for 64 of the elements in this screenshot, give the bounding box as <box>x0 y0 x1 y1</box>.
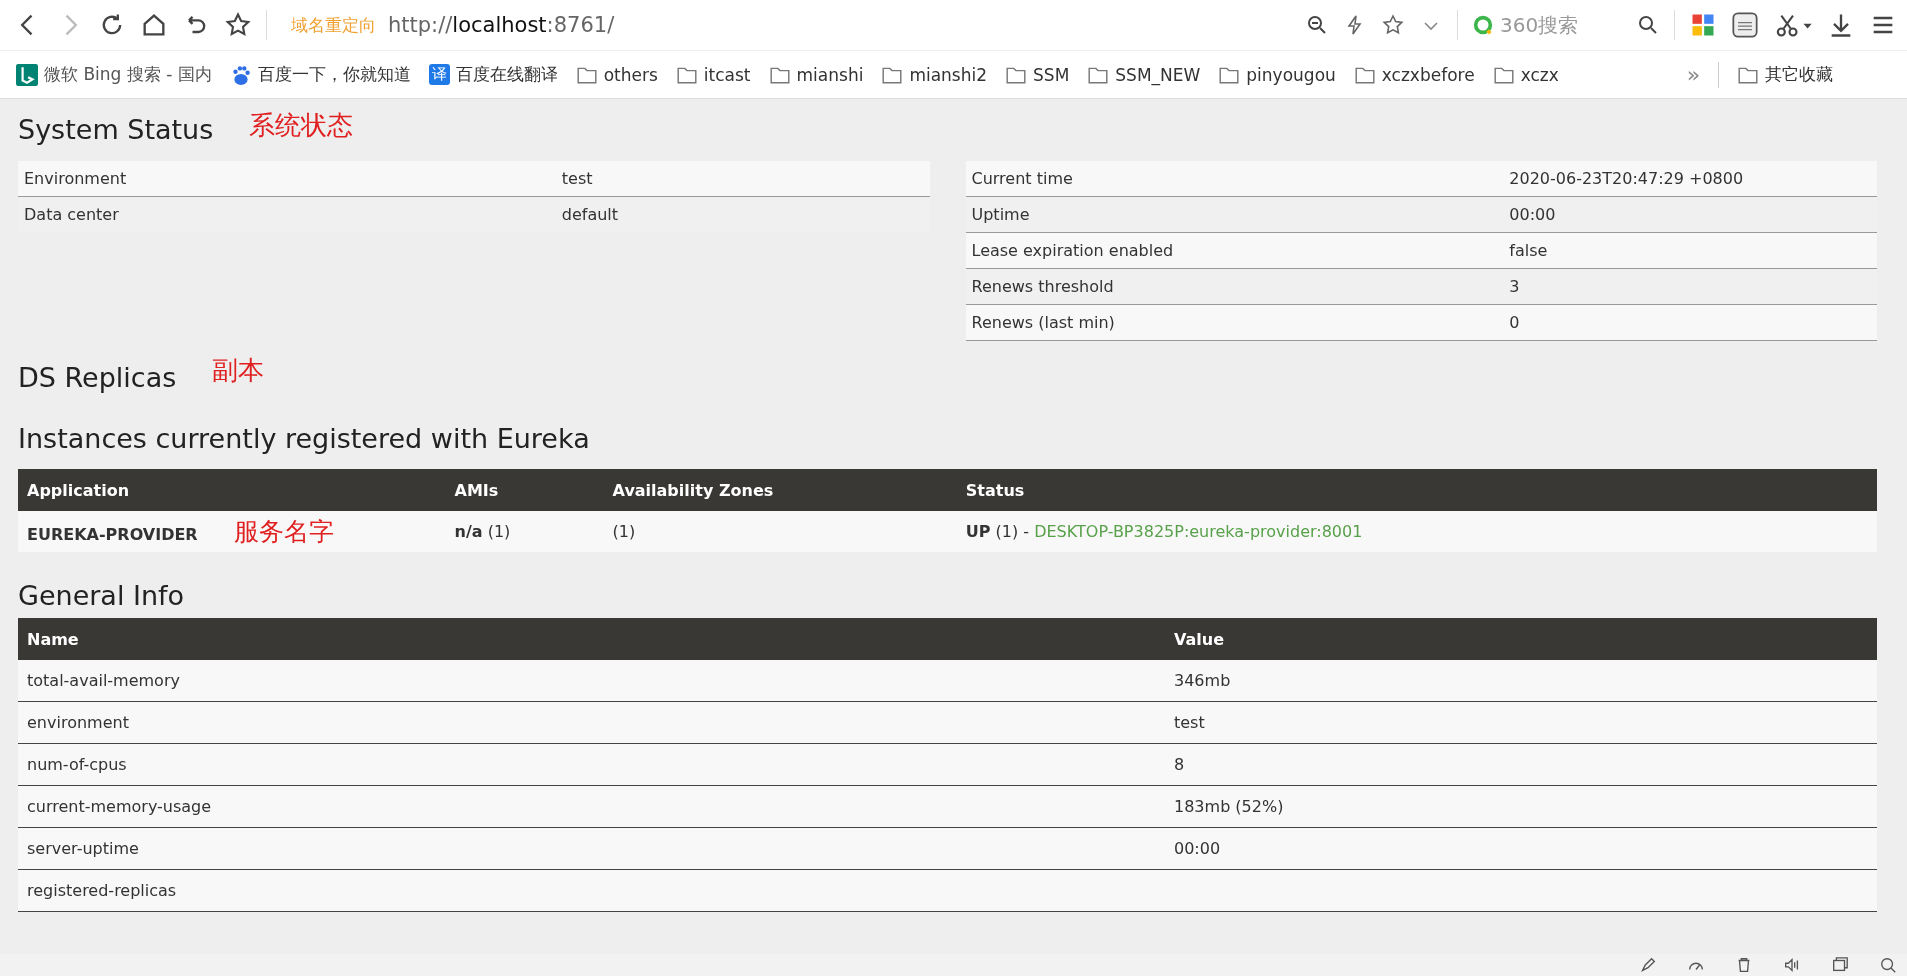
table-cell: (1) <box>612 522 636 541</box>
column-header: AMIs <box>445 469 604 511</box>
bookmark[interactable]: mianshi2 <box>881 63 988 86</box>
more-bookmarks-button[interactable]: » <box>1686 62 1701 87</box>
table-cell: UP (1) - <box>965 522 1030 541</box>
section-heading: General Info <box>18 579 186 613</box>
table-cell: EUREKA-PROVIDER <box>27 525 198 544</box>
annotation: 服务名字 <box>233 518 334 545</box>
bookmark[interactable]: SSM <box>1005 63 1070 86</box>
table-cell: Current time <box>965 161 1504 197</box>
star-icon[interactable] <box>224 11 252 39</box>
star-icon[interactable] <box>1381 13 1405 37</box>
table-cell: 2020-06-23T20:47:29 +0800 <box>1503 161 1877 197</box>
table-cell: Renews threshold <box>965 268 1504 305</box>
window-icon[interactable] <box>1831 956 1849 974</box>
bookmark[interactable]: mianshi <box>768 63 864 86</box>
bing-logo-icon <box>16 63 38 86</box>
table-cell: test <box>555 161 930 197</box>
json-viewer-icon[interactable] <box>1731 11 1759 39</box>
bookmark[interactable]: 百度一下，你就知道 <box>229 63 411 86</box>
search-icon[interactable] <box>1879 956 1897 974</box>
section-heading: System Status <box>18 113 214 145</box>
column-header: Status <box>956 469 1877 511</box>
table-cell: server-uptime <box>27 839 139 858</box>
column-header: Application <box>18 469 446 511</box>
bookmark[interactable]: SSM_NEW <box>1087 63 1201 86</box>
table-cell: 00:00 <box>1174 839 1221 858</box>
column-header: Value <box>1165 618 1877 660</box>
section-heading: DS Replicas <box>18 361 177 393</box>
table-cell: registered-replicas <box>27 881 177 900</box>
address-bar[interactable]: 域名重定向 http://localhost:8761/ <box>281 5 1291 45</box>
table-cell: 183mb (52%) <box>1174 797 1284 816</box>
table-cell: num-of-cpus <box>27 755 127 774</box>
table-cell: environment <box>27 713 129 732</box>
table-cell: 346mb <box>1174 671 1231 690</box>
table-cell: 3 <box>1503 268 1877 305</box>
table-cell: total-avail-memory <box>27 671 180 690</box>
table-cell: 00:00 <box>1503 196 1877 233</box>
section-heading: Instances currently registered with Eureka <box>18 423 591 456</box>
table-cell: 0 <box>1503 304 1877 341</box>
bookmark[interactable]: 其它收藏 <box>1737 63 1834 86</box>
table-cell: Uptime <box>965 196 1504 233</box>
table-cell: false <box>1503 232 1877 269</box>
table-cell: n/a (1) <box>454 522 511 541</box>
column-header: Availability Zones <box>603 469 957 511</box>
table-cell: Environment <box>18 161 556 197</box>
table-cell: current-memory-usage <box>27 797 212 816</box>
bookmark[interactable]: 微软 Bing 搜索 - 国内 <box>16 63 212 86</box>
bookmark[interactable]: itcast <box>675 63 751 86</box>
volume-icon[interactable] <box>1783 956 1801 974</box>
column-header: Name <box>18 618 1165 660</box>
translate-badge: 译 <box>428 64 450 85</box>
table-cell: test <box>1174 713 1205 732</box>
annotation: 系统状态 <box>249 109 354 142</box>
bookmark[interactable]: pinyougou <box>1218 63 1336 86</box>
search-engine-icon <box>1472 14 1494 36</box>
bookmark[interactable]: others <box>575 63 658 86</box>
table-cell: Lease expiration enabled <box>965 232 1504 269</box>
table-cell: 8 <box>1174 755 1185 774</box>
annotation: 副本 <box>212 354 265 387</box>
bookmark[interactable]: xczxbefore <box>1353 63 1475 86</box>
table-cell: Renews (last min) <box>965 304 1504 341</box>
bookmark[interactable]: xczx <box>1492 63 1559 86</box>
bookmark[interactable]: 译 百度在线翻译 <box>428 63 558 86</box>
